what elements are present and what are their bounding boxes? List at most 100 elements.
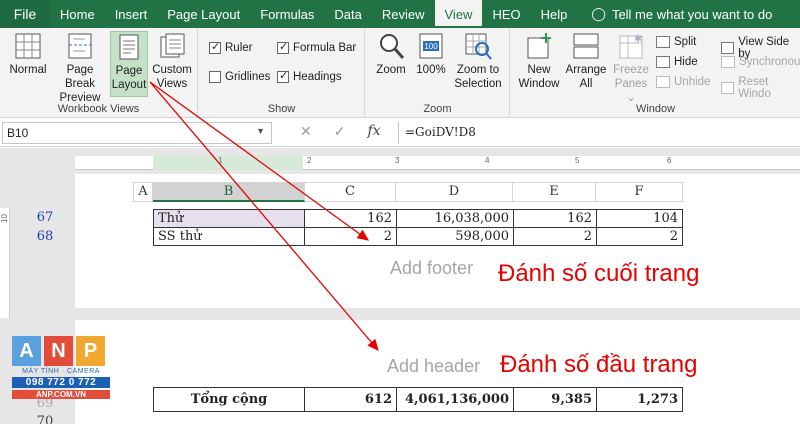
freeze-panes-button[interactable]: ✱ Freeze Panes ⌄ — [611, 31, 651, 105]
logo-tagline: MÁY TÍNH · CAMERA — [22, 368, 100, 375]
tab-heo[interactable]: HEO — [482, 0, 530, 28]
gridlines-checkbox[interactable]: Gridlines — [209, 71, 270, 83]
table-cell-c[interactable]: 162 — [304, 209, 397, 228]
page-layout-button[interactable]: Page Layout — [110, 31, 148, 97]
gridlines-check-icon — [209, 71, 221, 83]
add-footer[interactable]: Add footer — [390, 258, 473, 279]
custom-views-button[interactable]: Custom Views — [150, 31, 194, 91]
page-break-label-1: Page Break — [64, 64, 96, 90]
custom-label-2: Views — [156, 78, 188, 90]
logo-letter-p: P — [76, 336, 105, 366]
total-cell-d[interactable]: 4,061,136,000 — [396, 387, 514, 412]
new-window-label-2: Window — [518, 78, 560, 90]
total-cell-f[interactable]: 1,273 — [596, 387, 683, 412]
hide-icon — [656, 56, 670, 68]
zoom-100-icon: 100 — [416, 31, 446, 61]
table-cell-label[interactable]: SS thử — [153, 227, 305, 246]
arrange-all-icon — [571, 31, 601, 61]
zoom-selection-label-2: Selection — [454, 78, 502, 90]
arrange-all-button[interactable]: Arrange All — [563, 31, 609, 91]
ribbon: Normal Page Break Preview Page Layout Cu… — [0, 28, 800, 118]
column-header-c[interactable]: C — [305, 182, 396, 202]
synchronous-scrolling-button[interactable]: Synchronous — [721, 56, 800, 68]
tab-review[interactable]: Review — [372, 0, 435, 28]
svg-text:100: 100 — [424, 42, 438, 51]
column-header-b[interactable]: B — [153, 182, 305, 202]
zoom-to-selection-button[interactable]: Zoom to Selection — [450, 31, 506, 91]
row-header-68[interactable]: 68 — [30, 229, 60, 244]
freeze-panes-icon: ✱ — [616, 31, 646, 61]
normal-view-icon — [13, 31, 43, 61]
ruler-num: 2 — [307, 156, 312, 165]
table-cell-c[interactable]: 2 — [304, 227, 397, 246]
cancel-icon[interactable]: ✕ — [300, 123, 312, 140]
formula-buttons: ✕ ✓ fx — [300, 123, 381, 140]
logo-web: ANP.COM.VN — [12, 390, 110, 399]
unhide-button[interactable]: Unhide — [656, 76, 710, 88]
normal-view-button[interactable]: Normal — [6, 31, 50, 77]
total-label-cell[interactable]: Tổng cộng — [153, 387, 305, 412]
insert-function-icon[interactable]: fx — [367, 123, 380, 140]
horizontal-ruler: 1 2 3 4 5 6 — [75, 156, 800, 170]
group-window: New Window Arrange All ✱ Freeze Panes ⌄ … — [511, 28, 800, 118]
ruler-num: 1 — [218, 156, 223, 165]
table-cell-f[interactable]: 104 — [596, 209, 683, 228]
name-box[interactable]: B10 ▼ — [2, 122, 272, 144]
formula-bar: B10 ▼ ✕ ✓ fx =GoiDV!D8 — [0, 119, 800, 147]
total-cell-c[interactable]: 612 — [304, 387, 397, 412]
reset-label: Reset Windo — [738, 76, 771, 100]
table-cell-d[interactable]: 16,038,000 — [396, 209, 514, 228]
workbook-views-label: Workbook Views — [57, 103, 140, 115]
group-zoom: Zoom 100 100% Zoom to Selection Zoom — [366, 28, 510, 118]
row-header-67[interactable]: 67 — [30, 210, 60, 225]
zoom-button[interactable]: Zoom — [372, 31, 410, 77]
normal-label: Normal — [9, 64, 47, 76]
zoom-label: Zoom — [376, 64, 406, 76]
tab-view[interactable]: View — [434, 0, 483, 28]
table-cell-d[interactable]: 598,000 — [396, 227, 514, 246]
group-workbook-views: Normal Page Break Preview Page Layout Cu… — [0, 28, 198, 118]
name-box-value: B10 — [7, 126, 29, 140]
split-button[interactable]: Split — [656, 36, 696, 48]
reset-window-position-button[interactable]: Reset Windo — [721, 76, 800, 100]
tab-file[interactable]: File — [0, 0, 50, 28]
formula-input[interactable]: =GoiDV!D8 — [398, 122, 800, 144]
table-cell-f[interactable]: 2 — [596, 227, 683, 246]
new-window-button[interactable]: New Window — [517, 31, 561, 91]
tab-help[interactable]: Help — [531, 0, 578, 28]
arrange-label-1: Arrange — [565, 64, 607, 76]
total-cell-e[interactable]: 9,385 — [513, 387, 597, 412]
annotation-header: Đánh số đầu trang — [500, 351, 698, 378]
formula-bar-checkbox[interactable]: Formula Bar — [277, 40, 356, 54]
tab-formulas[interactable]: Formulas — [250, 0, 324, 28]
hide-label: Hide — [674, 56, 698, 68]
column-header-e[interactable]: E — [513, 182, 596, 202]
headings-checkbox[interactable]: Headings — [277, 69, 342, 83]
page-layout-icon — [114, 32, 144, 62]
chevron-down-icon[interactable]: ▼ — [256, 126, 265, 136]
vertical-ruler: 10 — [0, 208, 10, 318]
ruler-shade — [153, 156, 303, 170]
zoom-100-button[interactable]: 100 100% — [414, 31, 448, 77]
column-header-a[interactable]: A — [133, 182, 153, 202]
logo-letter-n: N — [44, 336, 73, 366]
split-icon — [656, 36, 670, 48]
column-header-f[interactable]: F — [596, 182, 683, 202]
column-header-d[interactable]: D — [396, 182, 513, 202]
enter-icon[interactable]: ✓ — [334, 123, 346, 140]
add-header[interactable]: Add header — [387, 356, 480, 377]
table-cell-label[interactable]: Thử — [153, 209, 305, 228]
ruler-num: 4 — [485, 156, 490, 165]
page-break-preview-button[interactable]: Page Break Preview — [52, 31, 108, 105]
tab-page-layout[interactable]: Page Layout — [157, 0, 250, 28]
table-cell-e[interactable]: 2 — [513, 227, 597, 246]
ruler-checkbox[interactable]: Ruler — [209, 40, 252, 54]
hide-button[interactable]: Hide — [656, 56, 698, 68]
tab-data[interactable]: Data — [324, 0, 371, 28]
table-cell-e[interactable]: 162 — [513, 209, 597, 228]
tell-me-box[interactable]: ◯ Tell me what you want to do — [577, 0, 772, 28]
show-label: Show — [267, 103, 296, 115]
synchronous-icon — [721, 56, 735, 68]
tab-home[interactable]: Home — [50, 0, 105, 28]
tab-insert[interactable]: Insert — [105, 0, 158, 28]
